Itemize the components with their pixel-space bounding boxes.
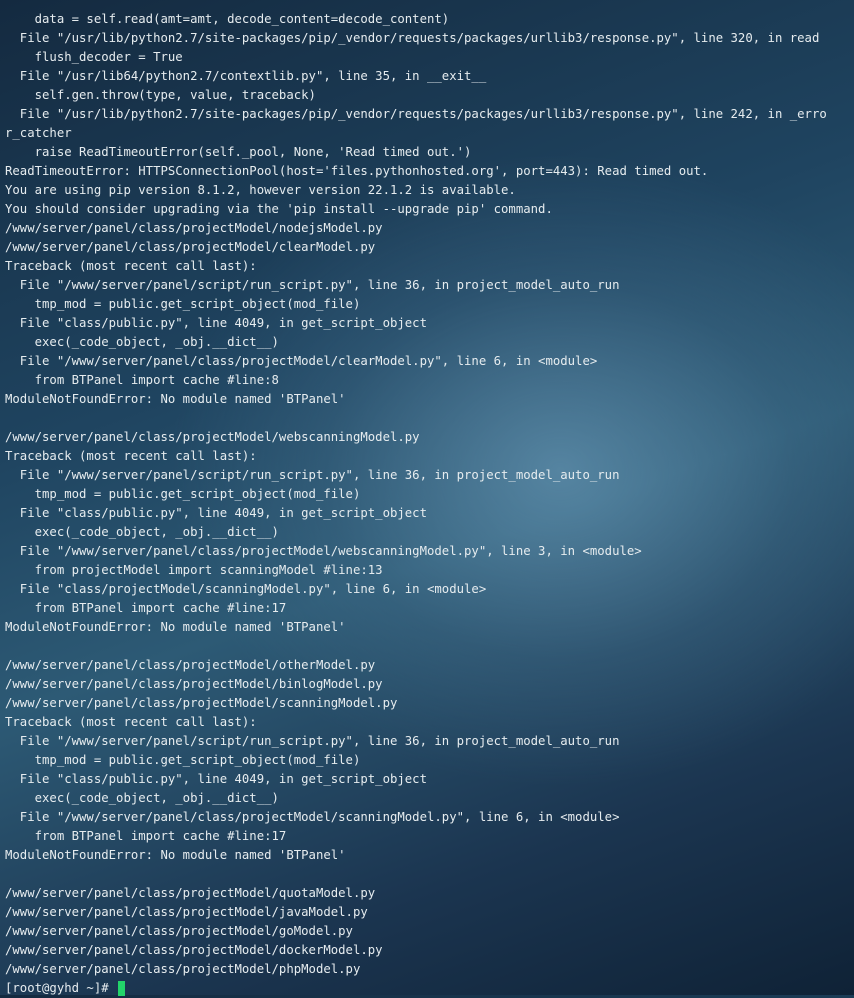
terminal-line: exec(_code_object, _obj.__dict__) — [5, 791, 279, 805]
terminal-line: ReadTimeoutError: HTTPSConnectionPool(ho… — [5, 164, 709, 178]
terminal-line: File "class/public.py", line 4049, in ge… — [5, 316, 427, 330]
terminal-line: /www/server/panel/class/projectModel/cle… — [5, 240, 376, 254]
terminal-line: File "class/projectModel/scanningModel.p… — [5, 582, 487, 596]
terminal-line: File "class/public.py", line 4049, in ge… — [5, 772, 427, 786]
terminal-line: self.gen.throw(type, value, traceback) — [5, 88, 316, 102]
terminal-line: r_catcher — [5, 126, 72, 140]
terminal-line: Traceback (most recent call last): — [5, 449, 257, 463]
terminal-line: exec(_code_object, _obj.__dict__) — [5, 335, 279, 349]
terminal-line: tmp_mod = public.get_script_object(mod_f… — [5, 753, 361, 767]
terminal-line: /www/server/panel/class/projectModel/bin… — [5, 677, 383, 691]
terminal-line: File "/www/server/panel/class/projectMod… — [5, 544, 642, 558]
terminal-line: ModuleNotFoundError: No module named 'BT… — [5, 848, 346, 862]
terminal-line: tmp_mod = public.get_script_object(mod_f… — [5, 297, 361, 311]
terminal-line: " — [5, 0, 13, 7]
terminal-line: /www/server/panel/class/projectModel/web… — [5, 430, 420, 444]
terminal-line: /www/server/panel/class/projectModel/nod… — [5, 221, 383, 235]
terminal-line: from BTPanel import cache #line:8 — [5, 373, 279, 387]
terminal-line: raise ReadTimeoutError(self._pool, None,… — [5, 145, 472, 159]
terminal-line: File "/usr/lib/python2.7/site-packages/p… — [5, 31, 820, 45]
terminal-line: File "/www/server/panel/class/projectMod… — [5, 354, 598, 368]
terminal-line: /www/server/panel/class/projectModel/sca… — [5, 696, 398, 710]
terminal-window[interactable]: " data = self.read(amt=amt, decode_conte… — [0, 0, 854, 998]
terminal-line: data = self.read(amt=amt, decode_content… — [5, 12, 450, 26]
terminal-line: /www/server/panel/class/projectModel/doc… — [5, 943, 383, 957]
terminal-line: flush_decoder = True — [5, 50, 183, 64]
terminal-line: ModuleNotFoundError: No module named 'BT… — [5, 620, 346, 634]
terminal-line: File "/www/server/panel/class/projectMod… — [5, 810, 620, 824]
terminal-line: /www/server/panel/class/projectModel/php… — [5, 962, 361, 976]
terminal-line: from BTPanel import cache #line:17 — [5, 601, 287, 615]
terminal-line: File "/www/server/panel/script/run_scrip… — [5, 734, 620, 748]
terminal-line: from BTPanel import cache #line:17 — [5, 829, 287, 843]
terminal-line: from projectModel import scanningModel #… — [5, 563, 383, 577]
shell-prompt: [root@gyhd ~]# — [5, 981, 117, 995]
terminal-prompt-line[interactable]: [root@gyhd ~]# — [5, 979, 854, 998]
terminal-line: /www/server/panel/class/projectModel/jav… — [5, 905, 368, 919]
terminal-line: ModuleNotFoundError: No module named 'BT… — [5, 392, 346, 406]
text-cursor — [118, 981, 126, 996]
terminal-line: Traceback (most recent call last): — [5, 715, 257, 729]
terminal-line: Traceback (most recent call last): — [5, 259, 257, 273]
terminal-line: File "class/public.py", line 4049, in ge… — [5, 506, 427, 520]
terminal-line: exec(_code_object, _obj.__dict__) — [5, 525, 279, 539]
terminal-line: /www/server/panel/class/projectModel/quo… — [5, 886, 376, 900]
terminal-line: tmp_mod = public.get_script_object(mod_f… — [5, 487, 361, 501]
terminal-line: /www/server/panel/class/projectModel/oth… — [5, 658, 376, 672]
terminal-line: File "/usr/lib64/python2.7/contextlib.py… — [5, 69, 487, 83]
terminal-line: File "/usr/lib/python2.7/site-packages/p… — [5, 107, 827, 121]
terminal-line: File "/www/server/panel/script/run_scrip… — [5, 278, 620, 292]
terminal-line: File "/www/server/panel/script/run_scrip… — [5, 468, 620, 482]
terminal-line: You should consider upgrading via the 'p… — [5, 202, 553, 216]
terminal-line: /www/server/panel/class/projectModel/goM… — [5, 924, 353, 938]
terminal-output: " data = self.read(amt=amt, decode_conte… — [5, 0, 854, 979]
terminal-line: You are using pip version 8.1.2, however… — [5, 183, 516, 197]
